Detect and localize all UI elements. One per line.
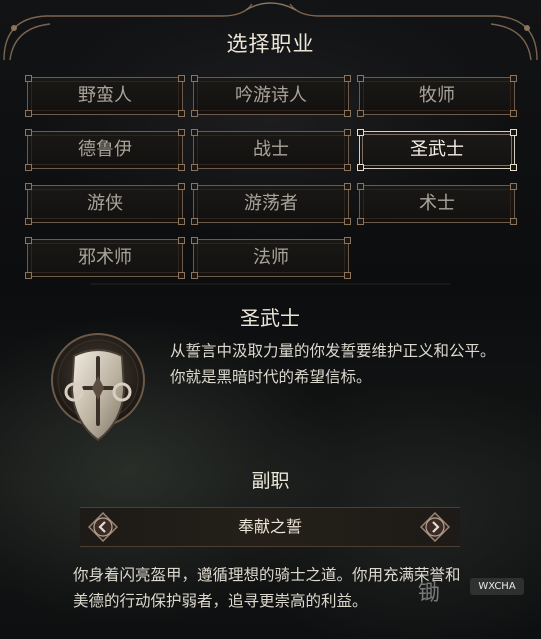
page-title: 选择职业 bbox=[226, 32, 315, 56]
button-corner-ornament bbox=[178, 237, 185, 244]
button-corner-ornament bbox=[357, 218, 364, 225]
class-button[interactable]: 吟游诗人 bbox=[191, 75, 351, 117]
button-corner-ornament bbox=[510, 75, 517, 82]
button-corner-ornament bbox=[510, 218, 517, 225]
class-button[interactable]: 术士 bbox=[357, 183, 517, 225]
button-corner-ornament bbox=[191, 183, 198, 190]
watermark-glyph: 锄 bbox=[418, 581, 441, 606]
button-corner-ornament bbox=[344, 272, 351, 279]
button-corner-ornament bbox=[510, 183, 517, 190]
class-button[interactable]: 牧师 bbox=[357, 75, 517, 117]
button-corner-ornament bbox=[344, 129, 351, 136]
button-corner-ornament bbox=[357, 110, 364, 117]
button-corner-ornament bbox=[25, 129, 32, 136]
button-corner-ornament bbox=[357, 75, 364, 82]
subclass-heading: 副职 bbox=[251, 470, 290, 492]
class-button[interactable]: 邪术师 bbox=[25, 237, 185, 279]
button-corner-ornament bbox=[191, 237, 198, 244]
paladin-shield-crest-icon bbox=[51, 333, 145, 442]
button-corner-ornament bbox=[357, 129, 364, 136]
selected-class-description: 从誓言中汲取力量的你发誓要维护正义和公平。你就是黑暗时代的希望信标。 bbox=[170, 342, 496, 386]
class-button-label: 游侠 bbox=[87, 193, 123, 214]
chevron-left-icon[interactable] bbox=[88, 512, 118, 542]
button-corner-ornament bbox=[510, 110, 517, 117]
subclass-description: 你身着闪亮盔甲，遵循理想的骑士之道。你用充满荣誉和美德的行动保护弱者，追寻更崇高… bbox=[73, 566, 461, 610]
button-corner-ornament bbox=[25, 110, 32, 117]
button-corner-ornament bbox=[25, 183, 32, 190]
class-button[interactable]: 游侠 bbox=[25, 183, 185, 225]
button-corner-ornament bbox=[191, 164, 198, 171]
class-button-label: 法师 bbox=[253, 247, 289, 268]
button-corner-ornament bbox=[178, 110, 185, 117]
class-button[interactable]: 战士 bbox=[191, 129, 351, 171]
class-button[interactable]: 法师 bbox=[191, 237, 351, 279]
button-corner-ornament bbox=[178, 164, 185, 171]
button-corner-ornament bbox=[510, 129, 517, 136]
button-corner-ornament bbox=[510, 164, 517, 171]
button-corner-ornament bbox=[191, 110, 198, 117]
button-corner-ornament bbox=[191, 218, 198, 225]
button-corner-ornament bbox=[25, 164, 32, 171]
button-corner-ornament bbox=[191, 129, 198, 136]
button-corner-ornament bbox=[344, 218, 351, 225]
button-corner-ornament bbox=[191, 272, 198, 279]
button-corner-ornament bbox=[357, 164, 364, 171]
class-button[interactable]: 野蛮人 bbox=[25, 75, 185, 117]
button-corner-ornament bbox=[178, 183, 185, 190]
class-button-label: 圣武士 bbox=[410, 139, 464, 160]
button-corner-ornament bbox=[25, 218, 32, 225]
button-corner-ornament bbox=[25, 272, 32, 279]
chevron-right-icon[interactable] bbox=[420, 512, 450, 542]
button-corner-ornament bbox=[344, 110, 351, 117]
class-button[interactable]: 德鲁伊 bbox=[25, 129, 185, 171]
button-corner-ornament bbox=[357, 183, 364, 190]
selected-class-name: 圣武士 bbox=[240, 306, 300, 330]
class-button-label: 牧师 bbox=[419, 85, 455, 106]
button-corner-ornament bbox=[344, 75, 351, 82]
watermark-badge: WXCHA bbox=[470, 578, 524, 595]
subclass-current: 奉献之誓 bbox=[237, 517, 302, 536]
class-button[interactable]: 游荡者 bbox=[191, 183, 351, 225]
button-corner-ornament bbox=[178, 75, 185, 82]
class-button-label: 邪术师 bbox=[78, 247, 132, 268]
button-corner-ornament bbox=[25, 75, 32, 82]
button-corner-ornament bbox=[178, 129, 185, 136]
button-corner-ornament bbox=[344, 237, 351, 244]
button-corner-ornament bbox=[344, 164, 351, 171]
class-button-label: 德鲁伊 bbox=[78, 139, 132, 160]
class-button-label: 战士 bbox=[253, 139, 289, 160]
class-button-label: 游荡者 bbox=[244, 193, 298, 214]
button-corner-ornament bbox=[25, 237, 32, 244]
button-corner-ornament bbox=[344, 183, 351, 190]
subclass-selector: 奉献之誓 bbox=[80, 507, 460, 547]
button-corner-ornament bbox=[178, 272, 185, 279]
button-corner-ornament bbox=[191, 75, 198, 82]
class-button[interactable]: 圣武士 bbox=[357, 129, 517, 171]
class-button-label: 术士 bbox=[419, 193, 455, 214]
class-button-label: 吟游诗人 bbox=[235, 85, 307, 106]
class-selection-screen: 选择职业 野蛮人 吟游诗人 牧师 德鲁伊 战士 圣武士 游侠 游荡者 术士 邪术师 法师 圣武士 从… bbox=[0, 0, 541, 639]
button-corner-ornament bbox=[178, 218, 185, 225]
class-button-label: 野蛮人 bbox=[78, 85, 132, 106]
